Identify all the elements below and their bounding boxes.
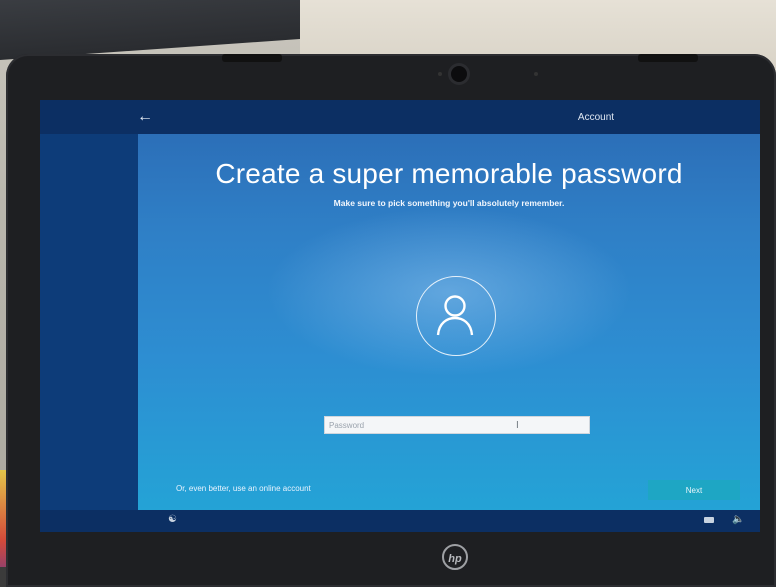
user-icon [436,295,474,336]
webcam [451,66,467,82]
keyboard-icon[interactable] [704,517,714,523]
screen: ← Account Create a super memorable passw… [40,100,760,532]
next-button[interactable]: Next [648,480,740,500]
password-input[interactable] [324,416,590,434]
volume-icon[interactable]: 🔈 [732,514,744,525]
back-arrow-icon[interactable]: ← [136,108,154,126]
laptop-bezel: ← Account Create a super memorable passw… [6,54,776,587]
online-account-link[interactable]: Or, even better, use an online account [176,484,311,493]
page-subtitle: Make sure to pick something you'll absol… [333,198,565,208]
top-bar: ← Account [40,100,760,136]
hp-logo: hp [442,544,468,570]
bottom-bar: ☯ 🔈 [40,510,760,532]
bezel-tab [222,54,282,62]
tab-account: Account [534,100,658,136]
bezel-tab [638,54,698,62]
text-cursor-icon: I [516,420,519,431]
sensor-dot [438,72,442,76]
avatar [416,276,496,356]
background-shelf [0,0,300,60]
page-title: Create a super memorable password [215,158,683,189]
ease-of-access-icon[interactable]: ☯ [168,514,177,525]
oobe-panel: Create a super memorable password Make s… [138,134,760,510]
sensor-dot [534,72,538,76]
